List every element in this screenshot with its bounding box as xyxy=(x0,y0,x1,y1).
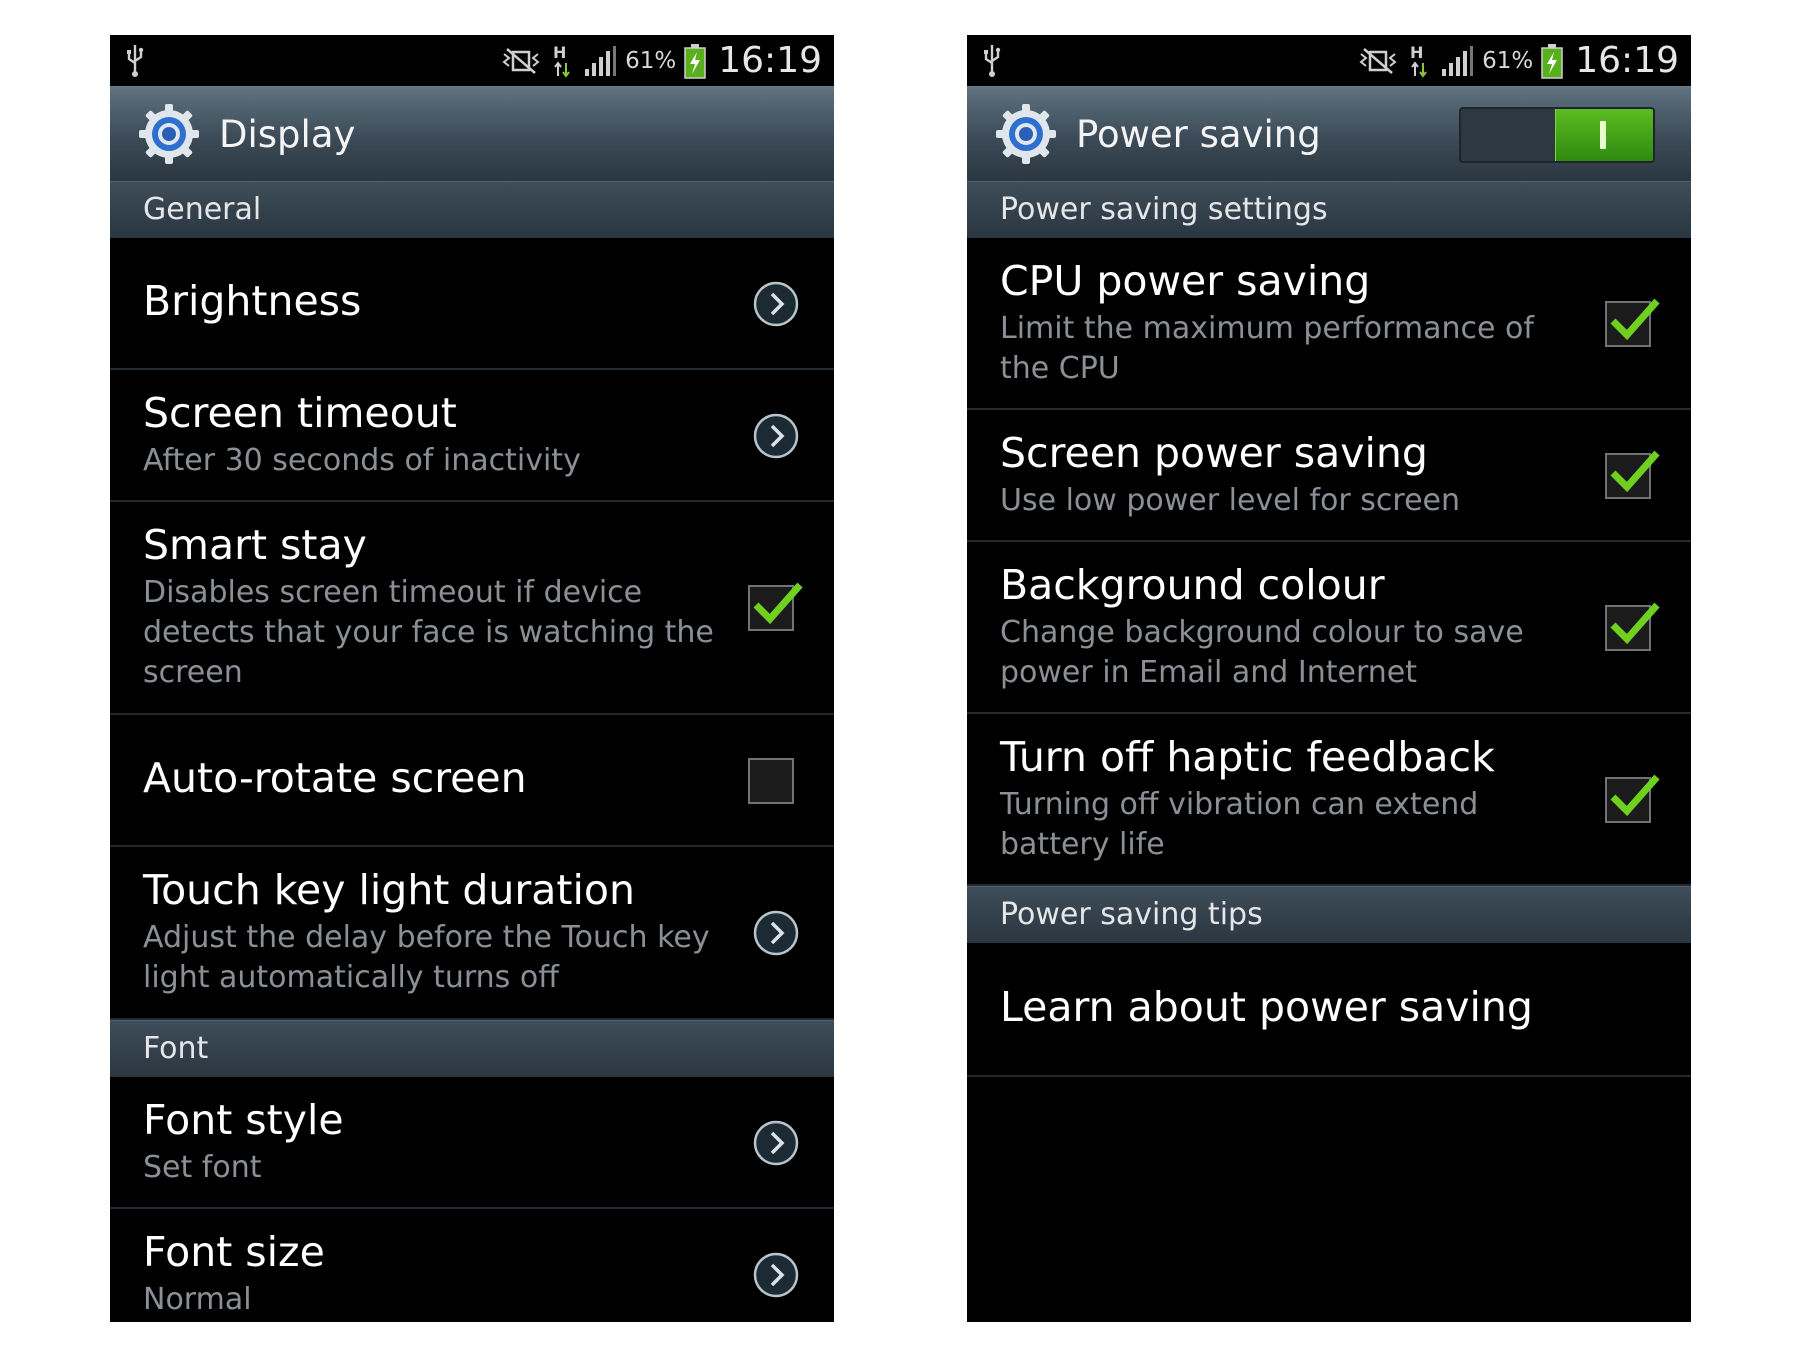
display-settings-screen: H 61% 16:19 Display General Brightness S… xyxy=(110,35,834,1322)
setting-title: Background colour xyxy=(1000,561,1385,609)
page-title: Power saving xyxy=(1076,113,1321,156)
setting-subtitle: Disables screen timeout if device detect… xyxy=(143,575,714,690)
signal-strength-icon xyxy=(585,45,617,76)
settings-gear-icon[interactable] xyxy=(138,103,200,165)
checkmark-icon xyxy=(1610,450,1660,493)
setting-subtitle: Adjust the delay before the Touch key li… xyxy=(143,920,710,995)
usb-icon xyxy=(127,45,144,77)
settings-gear-icon[interactable] xyxy=(995,103,1057,165)
section-header-label: Power saving tips xyxy=(1000,897,1263,932)
section-header-label: Power saving settings xyxy=(1000,192,1328,227)
status-bar: H 61% 16:19 xyxy=(110,35,834,86)
power-saving-screen: H 61% 16:19 Power saving Power saving se… xyxy=(967,35,1691,1322)
setting-title: Touch key light duration xyxy=(143,866,635,914)
checkmark-icon xyxy=(1610,602,1660,645)
setting-subtitle: Set font xyxy=(143,1150,262,1185)
setting-title: Learn about power saving xyxy=(1000,983,1533,1031)
setting-row-smart-stay[interactable]: Smart stay Disables screen timeout if de… xyxy=(110,502,834,715)
status-bar: H 61% 16:19 xyxy=(967,35,1691,86)
setting-row-screen-timeout[interactable]: Screen timeout After 30 seconds of inact… xyxy=(110,370,834,502)
toggle-on-indicator xyxy=(1600,121,1606,149)
setting-title: Smart stay xyxy=(143,521,367,569)
section-header-font: Font xyxy=(110,1020,834,1077)
section-header-label: Font xyxy=(143,1031,209,1066)
setting-row-screen-power-saving[interactable]: Screen power saving Use low power level … xyxy=(967,410,1691,542)
setting-row-background-colour[interactable]: Background colour Change background colo… xyxy=(967,542,1691,714)
chevron-right-icon xyxy=(753,1252,799,1298)
battery-percent: 61% xyxy=(625,47,677,74)
smart-stay-checkbox[interactable] xyxy=(748,582,803,631)
vibrate-mute-icon xyxy=(502,47,540,74)
network-type-label: H xyxy=(553,43,566,62)
power-saving-toggle[interactable] xyxy=(1459,107,1655,163)
action-bar: Power saving xyxy=(967,86,1691,181)
section-header-power-saving-settings: Power saving settings xyxy=(967,181,1691,238)
setting-title: Screen timeout xyxy=(143,389,457,437)
setting-row-font-size[interactable]: Font size Normal xyxy=(110,1209,834,1322)
setting-subtitle: After 30 seconds of inactivity xyxy=(143,443,581,478)
setting-subtitle: Limit the maximum performance of the CPU xyxy=(1000,311,1534,386)
toggle-on-knob xyxy=(1555,109,1653,161)
setting-title: Brightness xyxy=(143,277,362,325)
setting-subtitle: Use low power level for screen xyxy=(1000,483,1460,518)
battery-charging-icon xyxy=(684,43,706,79)
setting-title: Font size xyxy=(143,1228,325,1276)
setting-subtitle: Change background colour to save power i… xyxy=(1000,615,1524,690)
section-header-power-saving-tips: Power saving tips xyxy=(967,886,1691,943)
battery-percent: 61% xyxy=(1482,47,1534,74)
chevron-right-icon xyxy=(753,910,799,956)
section-header-general: General xyxy=(110,181,834,238)
action-bar: Display xyxy=(110,86,834,181)
setting-row-touch-key-light[interactable]: Touch key light duration Adjust the dela… xyxy=(110,847,834,1020)
setting-row-learn-power-saving[interactable]: Learn about power saving xyxy=(967,943,1691,1077)
clock: 16:19 xyxy=(718,40,822,81)
signal-strength-icon xyxy=(1442,45,1474,76)
setting-row-brightness[interactable]: Brightness xyxy=(110,238,834,370)
screen-power-saving-checkbox[interactable] xyxy=(1605,450,1660,499)
setting-title: Font style xyxy=(143,1096,344,1144)
setting-title: Turn off haptic feedback xyxy=(1000,733,1495,781)
setting-row-font-style[interactable]: Font style Set font xyxy=(110,1077,834,1209)
vibrate-mute-icon xyxy=(1359,47,1397,74)
chevron-right-icon xyxy=(753,1120,799,1166)
chevron-right-icon xyxy=(753,281,799,327)
page-title: Display xyxy=(219,113,356,156)
setting-title: Auto-rotate screen xyxy=(143,754,527,802)
battery-charging-icon xyxy=(1541,43,1563,79)
auto-rotate-checkbox[interactable] xyxy=(748,758,794,804)
chevron-right-icon xyxy=(753,413,799,459)
setting-row-auto-rotate[interactable]: Auto-rotate screen xyxy=(110,715,834,847)
setting-row-cpu-power-saving[interactable]: CPU power saving Limit the maximum perfo… xyxy=(967,238,1691,410)
network-type-label: H xyxy=(1410,43,1423,62)
setting-title: CPU power saving xyxy=(1000,257,1371,305)
setting-row-haptic-feedback[interactable]: Turn off haptic feedback Turning off vib… xyxy=(967,714,1691,886)
setting-title: Screen power saving xyxy=(1000,429,1428,477)
checkmark-icon xyxy=(1610,774,1660,817)
network-type-icon: H xyxy=(1410,43,1427,78)
section-header-label: General xyxy=(143,192,262,227)
setting-subtitle: Turning off vibration can extend battery… xyxy=(1000,787,1479,862)
clock: 16:19 xyxy=(1575,40,1679,81)
checkmark-icon xyxy=(1610,298,1660,341)
cpu-power-saving-checkbox[interactable] xyxy=(1605,298,1660,347)
setting-subtitle: Normal xyxy=(143,1282,252,1317)
checkmark-icon xyxy=(753,582,803,625)
usb-icon xyxy=(984,45,1001,77)
background-colour-checkbox[interactable] xyxy=(1605,602,1660,651)
network-type-icon: H xyxy=(553,43,570,78)
haptic-feedback-checkbox[interactable] xyxy=(1605,774,1660,823)
